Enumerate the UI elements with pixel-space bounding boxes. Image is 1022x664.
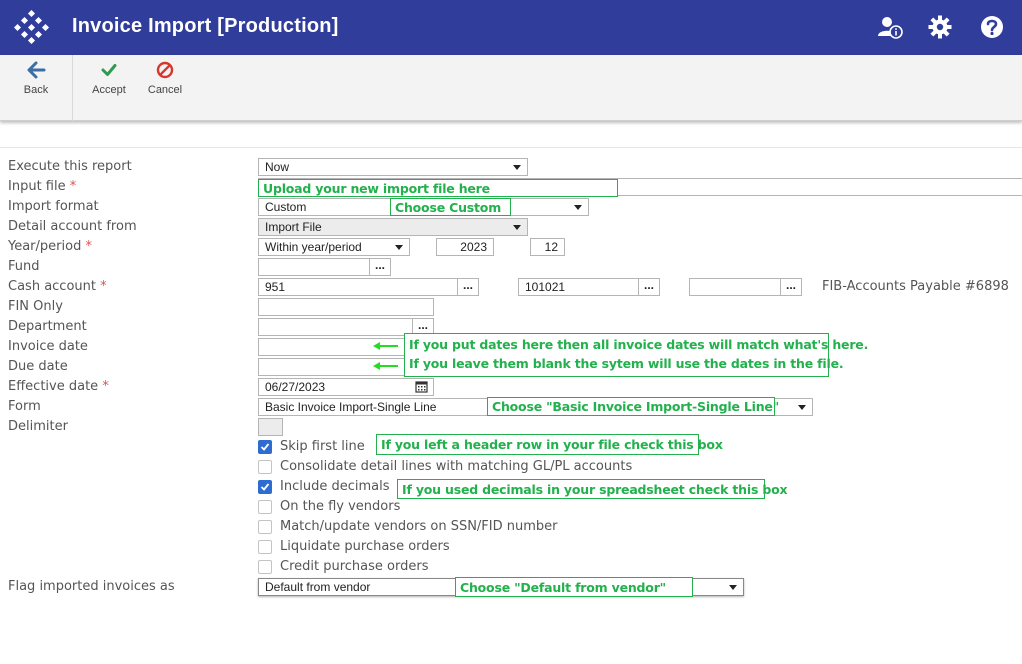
custom-annotation: Choose Custom [390,198,511,216]
detail-account-select[interactable]: Import File [258,218,528,236]
chevron-down-icon [798,405,806,410]
user-info-icon[interactable] [877,14,903,40]
decimals-annotation: If you used decimals in your spreadsheet… [397,479,788,499]
arrow-left-icon [373,362,398,370]
period-input[interactable]: 12 [530,238,565,256]
cash-account-lookup-3[interactable]: ... [780,278,802,296]
liquidate-po-label: Liquidate purchase orders [280,539,450,554]
credit-po-label: Credit purchase orders [280,559,429,574]
execute-select[interactable]: Now [258,158,528,176]
cash-account-part2[interactable]: 101021 [518,278,639,296]
input-file-label: Input file * [8,179,77,194]
department-label: Department [8,319,87,334]
cash-account-lookup-2[interactable]: ... [638,278,660,296]
liquidate-po-checkbox[interactable] [258,540,272,554]
fin-only-input[interactable] [258,298,434,316]
chevron-down-icon [729,585,737,590]
cancel-icon [156,61,174,79]
year-period-select[interactable]: Within year/period [258,238,410,256]
detail-account-value: Import File [265,220,322,234]
delimiter-input[interactable] [258,418,283,436]
form-value: Basic Invoice Import-Single Line [265,400,437,414]
credit-po-checkbox[interactable] [258,560,272,574]
calendar-icon[interactable] [415,380,428,393]
form-label: Form [8,399,41,414]
invoice-date-label: Invoice date [8,339,88,354]
detail-account-label: Detail account from [8,219,137,234]
effective-date-input[interactable]: 06/27/2023 [258,378,434,396]
cash-account-label: Cash account * [8,279,107,294]
chevron-down-icon [395,245,403,250]
include-decimals-label: Include decimals [280,479,390,494]
chevron-down-icon [574,205,582,210]
arrow-left-icon [27,61,46,79]
toolbar-separator [72,55,73,121]
year-input[interactable]: 2023 [436,238,494,256]
on-the-fly-vendors-label: On the fly vendors [280,499,401,514]
checkmark-icon [101,64,117,76]
match-vendors-label: Match/update vendors on SSN/FID number [280,519,558,534]
checkmark-icon [260,483,270,491]
arrow-left-icon [373,342,398,350]
checkmark-icon [260,443,270,451]
toolbar: Back Accept Cancel [0,55,1022,121]
execute-label: Execute this report [8,159,132,174]
fin-only-label: FIN Only [8,299,63,314]
cash-account-part1[interactable]: 951 [258,278,458,296]
skip-first-line-label: Skip first line [280,439,365,454]
cash-account-description: FIB-Accounts Payable #6898 [822,279,1009,294]
execute-value: Now [265,160,290,174]
delimiter-label: Delimiter [8,419,68,434]
effective-date-label: Effective date * [8,379,109,394]
dates-annotation-line1: If you put dates here then all invoice d… [409,337,869,352]
on-the-fly-vendors-checkbox[interactable] [258,500,272,514]
dates-annotation: If you put dates here then all invoice d… [404,333,869,377]
dates-annotation-line2: If you leave them blank the sytem will u… [409,356,844,371]
flag-imported-value: Default from vendor [265,580,371,594]
chevron-down-icon [513,225,521,230]
consolidate-checkbox[interactable] [258,460,272,474]
page-title: Invoice Import [Production] [72,15,339,37]
app-logo-icon[interactable] [14,10,50,44]
cancel-button[interactable]: Cancel [135,61,195,96]
header-row-annotation: If you left a header row in your file ch… [376,434,723,455]
help-icon[interactable] [979,14,1005,40]
chevron-down-icon [513,165,521,170]
upload-annotation: Upload your new import file here [258,179,618,197]
include-decimals-checkbox[interactable] [258,480,272,494]
accept-button[interactable]: Accept [79,61,139,96]
import-format-label: Import format [8,199,99,214]
year-period-label: Year/period * [8,239,92,254]
cash-account-lookup-1[interactable]: ... [457,278,479,296]
vendor-annotation: Choose "Default from vendor" [455,577,693,597]
match-vendors-checkbox[interactable] [258,520,272,534]
app-header: Invoice Import [Production] [0,0,1022,55]
cash-account-part3[interactable] [689,278,781,296]
skip-first-line-checkbox[interactable] [258,440,272,454]
fund-lookup-button[interactable]: ... [369,258,391,276]
gear-icon[interactable] [927,14,953,40]
department-input[interactable] [258,318,413,336]
flag-imported-label: Flag imported invoices as [8,579,175,594]
form-annotation: Choose "Basic Invoice Import-Single Line… [487,397,779,416]
cancel-label: Cancel [147,84,183,96]
year-period-value: Within year/period [265,240,362,254]
accept-label: Accept [92,84,126,96]
fund-input[interactable] [258,258,370,276]
back-label: Back [23,84,49,96]
back-button[interactable]: Back [6,61,66,96]
import-format-value: Custom [265,200,307,214]
consolidate-label: Consolidate detail lines with matching G… [280,459,633,474]
due-date-label: Due date [8,359,68,374]
form-divider [0,147,1022,148]
fund-label: Fund [8,259,40,274]
